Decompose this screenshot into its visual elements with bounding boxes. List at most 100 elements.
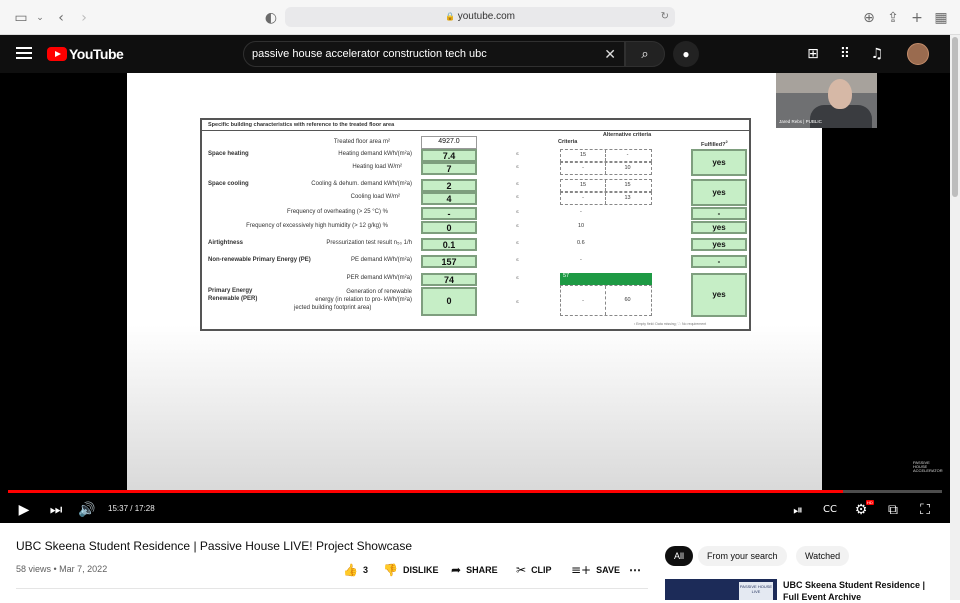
label-heating-load: Heating load W/m² <box>352 164 402 170</box>
bell-icon[interactable]: ♫ <box>868 45 886 63</box>
label-overheating: Frequency of overheating (> 25 °C) % <box>287 209 388 215</box>
tab-overview-icon[interactable]: ▦ <box>932 9 950 27</box>
chevron-down-icon[interactable]: ⌄ <box>31 9 49 27</box>
avatar[interactable] <box>907 43 929 65</box>
create-icon[interactable]: ⊞ <box>804 45 822 63</box>
fullscreen-icon[interactable]: ⛶ <box>915 500 935 520</box>
miniplayer-icon[interactable]: ⧉ <box>883 500 903 520</box>
thumbs-up-icon: 👍 <box>343 563 358 577</box>
tfa-value: 4927.0 <box>421 136 477 149</box>
le-symbol: ≤ <box>516 181 519 187</box>
label-per-demand: PER demand kWh/(m²a) <box>346 275 412 281</box>
webcam-name: Jared Rebs | PUBLIC <box>779 119 822 124</box>
save-button[interactable]: ≡+ SAVE <box>571 563 620 577</box>
value-cooling-demand: 2 <box>421 179 477 192</box>
label-heating-demand: Heating demand kWh/(m²a) <box>338 151 412 157</box>
crit-generation: -60 <box>560 285 652 316</box>
clear-search-icon[interactable]: ✕ <box>604 42 616 66</box>
like-button[interactable]: 👍 3 <box>343 563 368 577</box>
col-criteria: Criteria <box>558 139 578 145</box>
crit-per-demand: 57 <box>560 273 652 285</box>
hamburger-icon[interactable] <box>16 47 32 59</box>
cat-per-line2: Renewable (PER) <box>208 296 258 302</box>
crit-pe-demand: - <box>580 257 582 263</box>
more-actions-button[interactable]: ⋯ <box>629 563 641 577</box>
search-input[interactable]: passive house accelerator construction t… <box>243 41 625 67</box>
search-button[interactable]: ⌕ <box>625 41 665 67</box>
col-alternative: Alternative criteria <box>602 132 652 138</box>
next-icon[interactable]: ⏭ <box>46 500 66 520</box>
progress-played[interactable] <box>8 490 843 493</box>
value-heating-load: 7 <box>421 162 477 175</box>
cat-nre: Non-renewable Primary Energy (PE) <box>208 257 311 263</box>
crit-heating-load: -10 <box>560 162 652 175</box>
chip-all[interactable]: All <box>665 546 694 566</box>
share-button[interactable]: ➦ SHARE <box>451 563 498 577</box>
share-arrow-icon: ➦ <box>451 563 462 577</box>
label-cooling-demand: Cooling & dehum. demand kWh/(m²a) <box>311 181 412 187</box>
dislike-button[interactable]: 👎 DISLIKE <box>383 563 438 577</box>
clip-button[interactable]: ✂ CLIP <box>516 563 552 577</box>
volume-icon[interactable]: 🔊 <box>77 500 97 520</box>
cat-per-line1: Primary Energy <box>208 288 253 294</box>
video-title: UBC Skeena Student Residence | Passive H… <box>16 539 412 553</box>
apps-icon[interactable]: ⠿ <box>836 45 854 63</box>
fulfilled-heating: yes <box>691 149 747 176</box>
corner-logo: PASSIVE HOUSE ACCELERATOR <box>913 460 943 473</box>
new-tab-icon[interactable]: + <box>908 9 926 27</box>
value-overheating: - <box>421 207 477 220</box>
youtube-logo[interactable]: YouTube <box>47 45 124 63</box>
url-text: youtube.com <box>457 11 515 22</box>
thumbnail-text: PASSIVE HOUSE LIVE <box>739 582 773 600</box>
sidebar-icon[interactable]: ▭ <box>12 9 30 27</box>
fulfilled-airtightness: yes <box>691 238 747 251</box>
back-icon[interactable]: ‹ <box>52 9 70 27</box>
le-symbol: ≤ <box>516 223 519 229</box>
slide-header: Specific building characteristics with r… <box>202 120 749 131</box>
search-icon: ⌕ <box>641 46 649 61</box>
crit-humidity: 10 <box>578 223 585 229</box>
label-cooling-load: Cooling load W/m² <box>350 194 400 200</box>
scrollbar-thumb[interactable] <box>952 37 958 197</box>
chip-watched[interactable]: Watched <box>796 546 850 566</box>
shield-icon[interactable]: ◐ <box>262 9 280 27</box>
value-per-demand: 74 <box>421 273 477 286</box>
captions-icon[interactable]: CC <box>820 500 840 520</box>
chip-from-your-search[interactable]: From your search <box>698 546 787 566</box>
value-pressurization: 0.1 <box>421 238 477 251</box>
scissors-icon: ✂ <box>516 563 527 577</box>
thumbs-down-icon: 👎 <box>383 563 398 577</box>
play-icon[interactable]: ▶ <box>14 500 34 520</box>
value-pe-demand: 157 <box>421 255 477 268</box>
download-icon[interactable]: ⊕ <box>860 9 878 27</box>
recommendation-title[interactable]: UBC Skeena Student Residence | Full Even… <box>783 579 943 603</box>
autoplay-toggle[interactable]: ⏯ <box>788 500 808 520</box>
le-symbol: ≤ <box>516 209 519 215</box>
forward-icon[interactable]: › <box>75 9 93 27</box>
youtube-play-icon <box>47 47 67 61</box>
recommendation-thumbnail[interactable]: PASSIVE HOUSE LIVE <box>665 579 777 600</box>
youtube-wordmark: YouTube <box>69 46 124 62</box>
page-scrollbar[interactable] <box>950 35 960 600</box>
address-bar[interactable]: 🔒 youtube.com ↻ <box>285 7 675 27</box>
col-fulfilled: Fulfilled?2 <box>701 139 728 148</box>
crit-heating-demand: 15- <box>560 149 652 162</box>
crit-cooling-load: -13 <box>560 192 652 205</box>
cat-airtightness: Airtightness <box>208 240 244 246</box>
video-meta: 58 views • Mar 7, 2022 <box>16 564 108 574</box>
webcam-overlay: Jared Rebs | PUBLIC <box>776 73 877 128</box>
time-display: 15:37 / 17:28 <box>108 504 155 513</box>
video-player[interactable]: Jared Rebs | PUBLIC PASSIVE HOUSE ACCELERA… <box>0 73 950 523</box>
le-symbol: ≤ <box>516 257 519 263</box>
fulfilled-cooling: yes <box>691 179 747 206</box>
fulfilled-humidity: yes <box>691 221 747 234</box>
share-icon[interactable]: ⇪ <box>884 9 902 27</box>
le-symbol: ≤ <box>516 299 519 305</box>
reload-icon[interactable]: ↻ <box>661 7 669 27</box>
label-humidity: Frequency of excessively high humidity (… <box>246 223 388 229</box>
mic-icon[interactable]: ● <box>673 41 699 67</box>
search-query: passive house accelerator construction t… <box>252 48 487 60</box>
youtube-header: YouTube passive house accelerator constr… <box>0 35 950 73</box>
le-symbol: ≤ <box>516 275 519 281</box>
crit-cooling-demand: 15 15 <box>560 179 652 192</box>
